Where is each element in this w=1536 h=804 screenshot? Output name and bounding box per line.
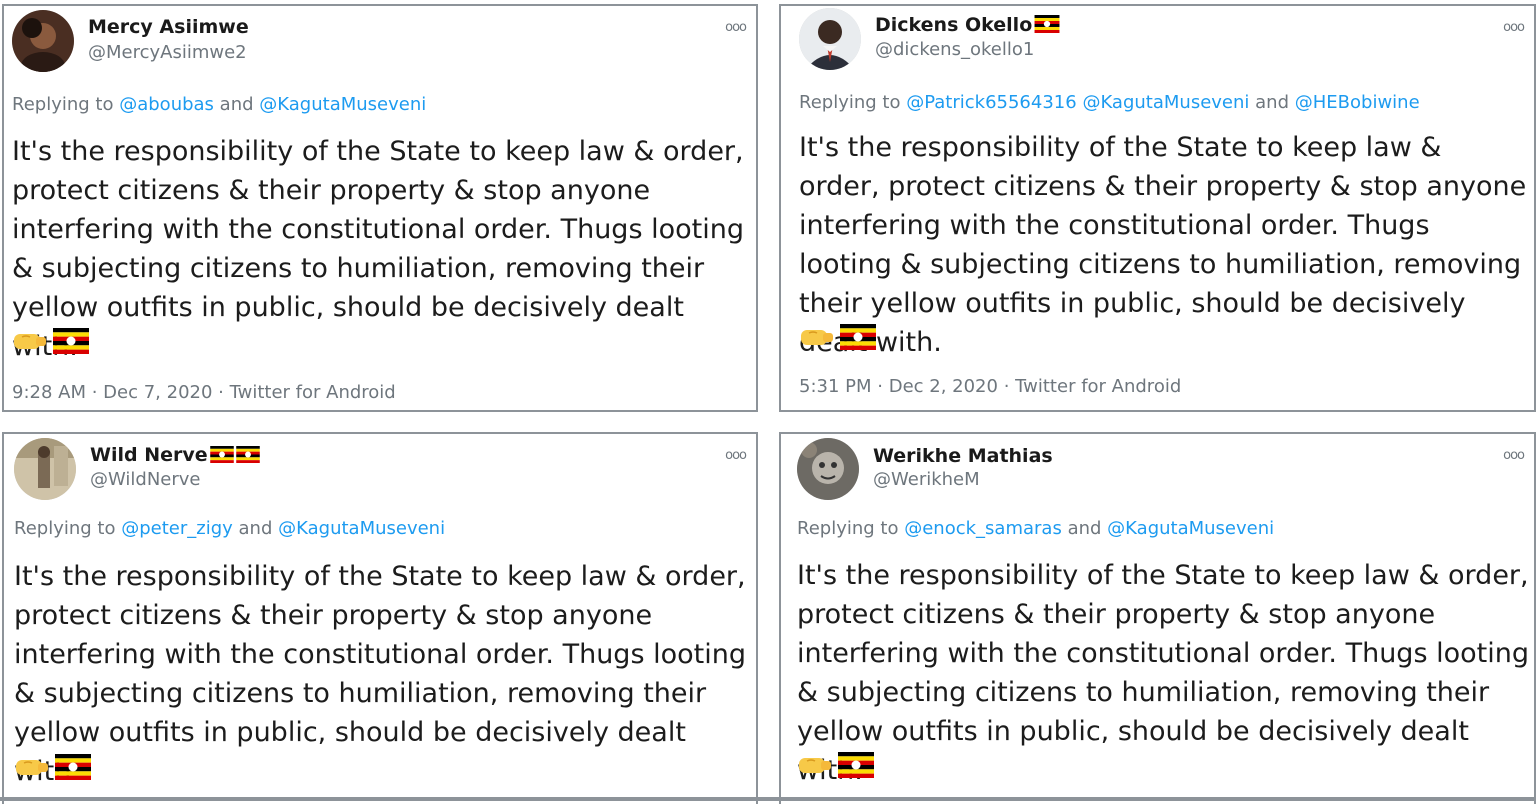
tweet-text: It's the responsibility of the State to … <box>797 560 1529 786</box>
emoji-row <box>12 328 90 356</box>
more-options-icon[interactable]: ooo <box>1503 448 1525 463</box>
tweet-meta: 5:31 PM · Dec 2, 2020 · Twitter for Andr… <box>799 376 1182 397</box>
display-name-text: Wild Nerve <box>90 444 208 466</box>
mention-link[interactable]: @Patrick65564316 <box>906 92 1076 113</box>
tweet-card[interactable]: Dickens Okello @dickens_okello1 ooo Repl… <box>779 4 1536 412</box>
fist-emoji <box>797 755 833 774</box>
tweet-date[interactable]: Dec 2, 2020 <box>889 376 998 397</box>
display-name-text: Werikhe Mathias <box>873 445 1053 467</box>
emoji-row <box>797 752 875 780</box>
reply-prefix: Replying to <box>12 94 114 115</box>
display-name-text: Dickens Okello <box>875 14 1033 36</box>
fist-emoji <box>12 331 48 350</box>
tweet-time[interactable]: 5:31 PM <box>799 376 872 397</box>
reply-joiner: and <box>1067 518 1102 539</box>
uganda-flag-emoji <box>53 328 90 354</box>
user-handle[interactable]: @MercyAsiimwe2 <box>88 42 247 63</box>
reply-prefix: Replying to <box>799 92 901 113</box>
display-name[interactable]: Wild Nerve <box>90 444 260 468</box>
tweet-time[interactable]: 9:28 AM <box>12 382 86 403</box>
reply-joiner: and <box>1255 92 1290 113</box>
avatar[interactable] <box>12 10 74 72</box>
more-options-icon[interactable]: ooo <box>725 20 747 35</box>
user-handle[interactable]: @WildNerve <box>90 469 201 490</box>
tweet-source[interactable]: Twitter for Android <box>1015 376 1181 397</box>
emoji-row <box>799 324 877 352</box>
tweet-card[interactable]: Mercy Asiimwe @MercyAsiimwe2 ooo Replyin… <box>2 4 758 412</box>
uganda-flag-emoji <box>838 752 875 778</box>
reply-context: Replying to @peter_zigy and @KagutaMusev… <box>14 518 445 539</box>
tweet-text: It's the responsibility of the State to … <box>799 132 1527 358</box>
emoji-row <box>14 754 92 782</box>
mention-link[interactable]: @peter_zigy <box>121 518 233 539</box>
mention-link[interactable]: @HEBobiwine <box>1295 92 1420 113</box>
mention-link[interactable]: @aboubas <box>119 94 214 115</box>
user-handle[interactable]: @WerikheM <box>873 469 980 490</box>
user-handle[interactable]: @dickens_okello1 <box>875 39 1034 60</box>
uganda-flag-emoji <box>55 754 92 780</box>
reply-joiner: and <box>219 94 254 115</box>
reply-joiner: and <box>238 518 273 539</box>
more-options-icon[interactable]: ooo <box>1503 20 1525 35</box>
more-options-icon[interactable]: ooo <box>725 448 747 463</box>
tweet-meta: 9:28 AM · Dec 7, 2020 · Twitter for Andr… <box>12 382 396 403</box>
reply-context: Replying to @Patrick65564316 @KagutaMuse… <box>799 92 1420 113</box>
display-name[interactable]: Werikhe Mathias <box>873 445 1053 467</box>
mention-link[interactable]: @KagutaMuseveni <box>1107 518 1274 539</box>
tweet-text: It's the responsibility of the State to … <box>14 561 746 787</box>
tweet-date[interactable]: Dec 7, 2020 <box>103 382 212 403</box>
uganda-flag-emoji <box>235 446 260 468</box>
display-name-text: Mercy Asiimwe <box>88 16 249 38</box>
tweet-card[interactable]: Werikhe Mathias @WerikheM ooo Replying t… <box>779 432 1536 804</box>
tweet-source[interactable]: Twitter for Android <box>230 382 396 403</box>
reply-prefix: Replying to <box>14 518 116 539</box>
tweet-card[interactable]: Wild Nerve @WildNerve ooo Replying to @p… <box>2 432 758 804</box>
uganda-flag-emoji <box>840 324 877 350</box>
uganda-flag-emoji <box>209 446 234 468</box>
reply-context: Replying to @enock_samaras and @KagutaMu… <box>797 518 1274 539</box>
fist-emoji <box>799 327 835 346</box>
tweet-text: It's the responsibility of the State to … <box>12 136 744 362</box>
divider <box>0 797 1536 801</box>
fist-emoji <box>14 757 50 776</box>
avatar[interactable] <box>14 438 76 500</box>
display-name[interactable]: Mercy Asiimwe <box>88 16 249 38</box>
reply-context: Replying to @aboubas and @KagutaMuseveni <box>12 94 426 115</box>
uganda-flag-emoji <box>1034 15 1060 38</box>
mention-link[interactable]: @KagutaMuseveni <box>1082 92 1249 113</box>
display-name[interactable]: Dickens Okello <box>875 14 1060 38</box>
mention-link[interactable]: @enock_samaras <box>904 518 1062 539</box>
avatar[interactable] <box>799 8 861 70</box>
mention-link[interactable]: @KagutaMuseveni <box>278 518 445 539</box>
mention-link[interactable]: @KagutaMuseveni <box>259 94 426 115</box>
avatar[interactable] <box>797 438 859 500</box>
reply-prefix: Replying to <box>797 518 899 539</box>
